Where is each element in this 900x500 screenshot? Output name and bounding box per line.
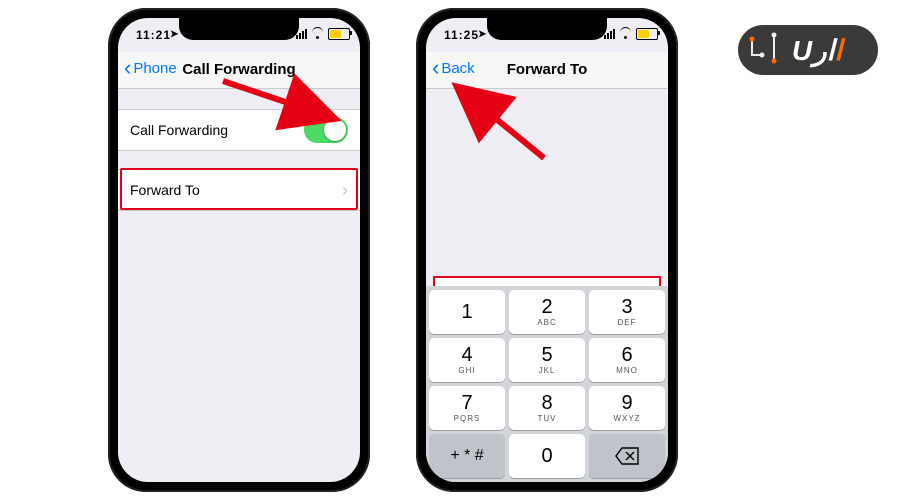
status-time: 11:25 xyxy=(444,28,479,42)
row-call-forwarding[interactable]: Call Forwarding xyxy=(118,109,360,151)
toggle-call-forwarding[interactable] xyxy=(304,117,348,143)
key-delete[interactable] xyxy=(589,434,665,478)
key-7[interactable]: 7PQRS xyxy=(429,386,505,430)
row-forward-to[interactable]: Forward To › xyxy=(118,169,360,211)
status-time: 11:21 xyxy=(136,28,171,42)
phone-right: 11:25 ➤ ‹ Back Forward To xyxy=(416,8,678,492)
location-icon: ➤ xyxy=(478,29,486,40)
wifi-icon xyxy=(311,29,324,39)
battery-icon xyxy=(328,28,350,40)
key-4[interactable]: 4GHI xyxy=(429,338,505,382)
delete-icon xyxy=(615,447,639,465)
phone-left: 11:21 ➤ ‹ Phone Call Forwarding Call For… xyxy=(108,8,370,492)
nav-title: Forward To xyxy=(426,61,668,78)
row-label: Call Forwarding xyxy=(130,122,304,138)
settings-group-1: Call Forwarding xyxy=(118,109,360,151)
tutorial-canvas: 11:21 ➤ ‹ Phone Call Forwarding Call For… xyxy=(0,0,900,500)
screen-right: 11:25 ➤ ‹ Back Forward To xyxy=(426,18,668,482)
location-icon: ➤ xyxy=(170,29,178,40)
key-5[interactable]: 5JKL xyxy=(509,338,585,382)
brand-logo: Uاار xyxy=(738,25,878,75)
notch xyxy=(487,18,607,40)
toggle-knob xyxy=(324,119,346,141)
notch xyxy=(179,18,299,40)
settings-group-2: Forward To › xyxy=(118,169,360,211)
key-1[interactable]: 1 xyxy=(429,290,505,334)
nav-bar: ‹ Back Forward To xyxy=(426,52,668,89)
logo-graphic-icon xyxy=(748,31,778,69)
annotation-arrow-back xyxy=(444,78,564,168)
key-2[interactable]: 2ABC xyxy=(509,290,585,334)
chevron-right-icon: › xyxy=(342,180,348,201)
key-6[interactable]: 6MNO xyxy=(589,338,665,382)
wifi-icon xyxy=(619,29,632,39)
screen-left: 11:21 ➤ ‹ Phone Call Forwarding Call For… xyxy=(118,18,360,482)
key-9[interactable]: 9WXYZ xyxy=(589,386,665,430)
nav-title: Call Forwarding xyxy=(118,61,360,78)
battery-icon xyxy=(636,28,658,40)
logo-text: Uاار xyxy=(792,34,842,67)
row-label: Forward To xyxy=(130,182,342,198)
key-symbols[interactable]: + * # xyxy=(429,434,505,478)
key-8[interactable]: 8TUV xyxy=(509,386,585,430)
key-0[interactable]: 0 xyxy=(509,434,585,478)
numeric-keypad: 1 2ABC 3DEF 4GHI 5JKL 6MNO 7PQRS 8TUV 9W… xyxy=(426,286,668,482)
nav-bar: ‹ Phone Call Forwarding xyxy=(118,52,360,89)
key-3[interactable]: 3DEF xyxy=(589,290,665,334)
